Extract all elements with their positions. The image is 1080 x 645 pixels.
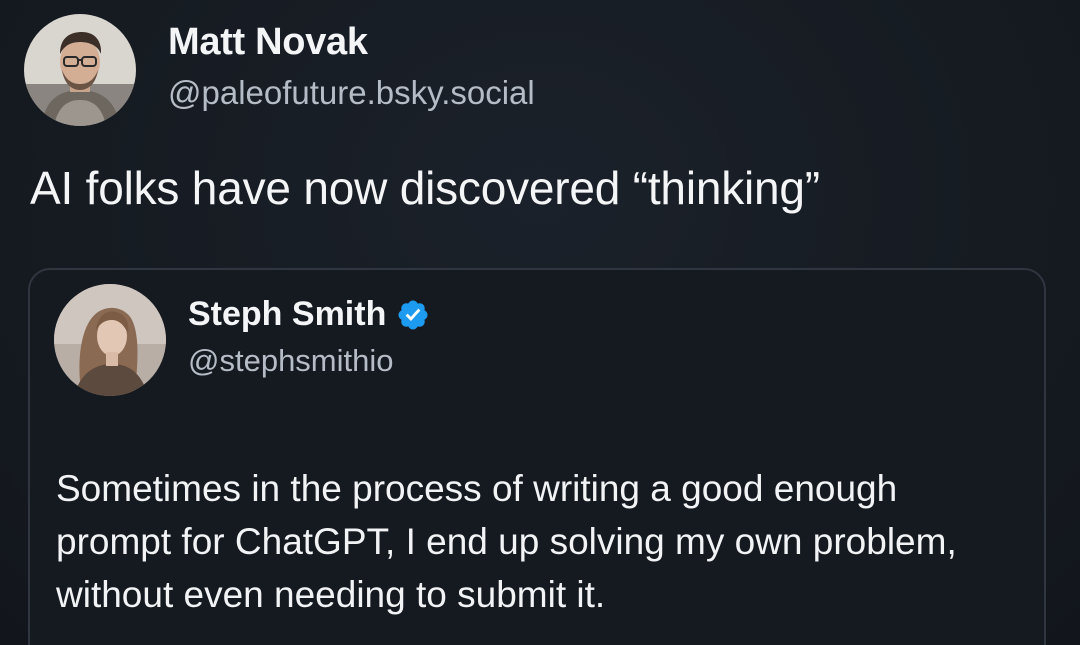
post-text: AI folks have now discovered “thinking” <box>30 162 820 214</box>
author-name[interactable]: Matt Novak <box>168 19 535 65</box>
post-author[interactable]: Matt Novak @paleofuture.bsky.social <box>24 14 535 126</box>
author-info: Matt Novak @paleofuture.bsky.social <box>168 19 535 115</box>
author-handle[interactable]: @paleofuture.bsky.social <box>168 71 535 115</box>
quoted-post-card[interactable]: Steph Smith @stephsmithio Sometimes in t… <box>28 268 1046 645</box>
quoted-post-author[interactable]: Steph Smith @stephsmithio <box>54 284 430 396</box>
quoted-avatar-portrait-image <box>54 284 166 396</box>
verified-badge-icon <box>398 300 428 330</box>
quoted-post-text: Sometimes in the process of writing a go… <box>56 468 957 615</box>
quoted-avatar[interactable] <box>54 284 166 396</box>
quoted-author-name-row: Steph Smith <box>188 293 430 335</box>
avatar-portrait-image <box>24 14 136 126</box>
quoted-author-name[interactable]: Steph Smith <box>188 293 386 335</box>
social-post: Matt Novak @paleofuture.bsky.social AI f… <box>0 0 1080 645</box>
avatar[interactable] <box>24 14 136 126</box>
quoted-author-info: Steph Smith @stephsmithio <box>188 293 430 381</box>
quoted-author-handle[interactable]: @stephsmithio <box>188 341 430 381</box>
